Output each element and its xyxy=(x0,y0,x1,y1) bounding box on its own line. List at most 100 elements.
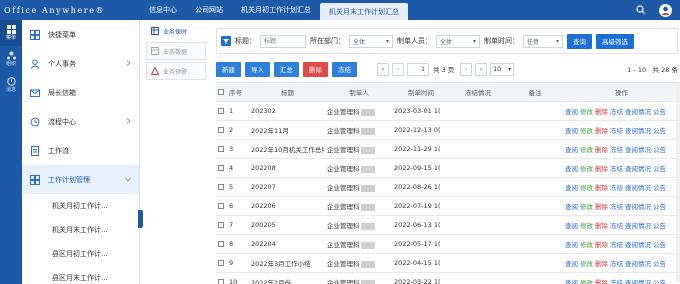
op-link-0[interactable]: 查阅 xyxy=(565,127,578,135)
op-link-0[interactable]: 查阅 xyxy=(565,108,578,116)
cell-title[interactable]: 202207 xyxy=(248,183,324,191)
op-link-1[interactable]: 修改 xyxy=(580,165,593,173)
row-checkbox[interactable] xyxy=(216,108,226,114)
delete-button[interactable]: 删除 xyxy=(303,61,328,77)
table-row[interactable]: 1 202302 企业管理科 2023-03-01 1(查阅 修改 删除 冻结 查阅情况 公告 xyxy=(216,102,678,121)
op-link-0[interactable]: 查阅 xyxy=(565,222,578,230)
next-page-button[interactable]: › xyxy=(460,62,473,76)
op-link-5[interactable]: 公告 xyxy=(653,241,666,249)
title-input[interactable] xyxy=(260,34,306,48)
time-select[interactable]: 任意 ▾ xyxy=(523,34,563,48)
query-button[interactable]: 查询 xyxy=(567,33,592,49)
op-link-4[interactable]: 查阅情况 xyxy=(625,241,651,249)
op-link-3[interactable]: 冻结 xyxy=(610,165,623,173)
op-link-1[interactable]: 修改 xyxy=(580,279,593,284)
rail-item-menu[interactable]: 菜单 xyxy=(0,20,22,46)
sidebar-subitem[interactable]: 县区月初工作计... xyxy=(22,242,139,266)
op-link-5[interactable]: 公告 xyxy=(653,146,666,154)
op-link-3[interactable]: 冻结 xyxy=(610,260,623,268)
page-size-select[interactable]: 10 ▾ xyxy=(490,62,515,76)
op-link-4[interactable]: 查阅情况 xyxy=(625,146,651,154)
op-link-2[interactable]: 删除 xyxy=(595,222,608,230)
subtab-business-time[interactable]: 业务保时 xyxy=(146,22,206,40)
op-link-1[interactable]: 修改 xyxy=(580,260,593,268)
cell-title[interactable]: 202204 xyxy=(248,240,324,248)
op-link-1[interactable]: 修改 xyxy=(580,222,593,230)
row-checkbox[interactable] xyxy=(216,127,226,133)
table-row[interactable]: 10 2022年2月份 企业管理科 2022-03-22 1(查阅 修改 删除 冻结 查阅情况… xyxy=(216,273,678,284)
sidebar-item-mailbox[interactable]: 局长信箱 xyxy=(22,78,139,107)
op-link-1[interactable]: 修改 xyxy=(580,127,593,135)
table-row[interactable]: 8 202204 企业管理科 2022-05-17 1(查阅 修改 删除 冻结 查阅情况 公告 xyxy=(216,235,678,254)
last-page-button[interactable]: » xyxy=(475,62,488,76)
cell-title[interactable]: 202302 xyxy=(248,107,324,115)
row-checkbox[interactable] xyxy=(216,165,226,171)
cell-title[interactable]: 200205 xyxy=(248,221,324,229)
op-link-4[interactable]: 查阅情况 xyxy=(625,184,651,192)
op-link-5[interactable]: 公告 xyxy=(653,184,666,192)
op-link-0[interactable]: 查阅 xyxy=(565,279,578,284)
sidebar-item-personal[interactable]: 个人事务 xyxy=(22,49,139,78)
search-icon[interactable] xyxy=(634,3,648,17)
op-link-3[interactable]: 冻结 xyxy=(610,222,623,230)
sidebar-subitem[interactable]: 机关月末工作计... xyxy=(22,218,139,242)
cell-title[interactable]: 2022年10月机关工作总结 xyxy=(248,144,324,154)
row-checkbox[interactable] xyxy=(216,184,226,190)
import-button[interactable]: 导入 xyxy=(245,61,270,77)
cell-title[interactable]: 2022年11月 xyxy=(248,125,324,135)
row-checkbox[interactable] xyxy=(216,222,226,228)
op-link-3[interactable]: 冻结 xyxy=(610,184,623,192)
select-all-checkbox[interactable] xyxy=(216,89,226,95)
op-link-4[interactable]: 查阅情况 xyxy=(625,165,651,173)
op-link-0[interactable]: 查阅 xyxy=(565,184,578,192)
row-checkbox[interactable] xyxy=(216,260,226,266)
op-link-5[interactable]: 公告 xyxy=(653,108,666,116)
op-link-2[interactable]: 删除 xyxy=(595,127,608,135)
op-link-5[interactable]: 公告 xyxy=(653,279,666,284)
cell-title[interactable]: 202208 xyxy=(248,164,324,172)
op-link-3[interactable]: 冻结 xyxy=(610,127,623,135)
dept-select[interactable]: 全体 ▾ xyxy=(349,34,393,48)
table-row[interactable]: 6 202206 企业管理科 2022-07-19 1(查阅 修改 删除 冻结 查阅情况 公告 xyxy=(216,197,678,216)
sidebar-item-plan-management[interactable]: 工作计划管理 xyxy=(22,165,139,194)
avatar[interactable] xyxy=(658,3,672,17)
table-row[interactable]: 3 2022年10月机关工作总结 企业管理科 2022-11-29 1(查阅 修改 删除冻… xyxy=(216,140,678,159)
op-link-4[interactable]: 查阅情况 xyxy=(625,203,651,211)
op-link-1[interactable]: 修改 xyxy=(580,184,593,192)
tab-2[interactable]: 公司网站 xyxy=(186,0,232,20)
subtab-business-data[interactable]: 业务数据 xyxy=(146,42,206,60)
op-link-2[interactable]: 删除 xyxy=(595,146,608,154)
sidebar-collapse-handle[interactable] xyxy=(138,210,143,228)
op-link-5[interactable]: 公告 xyxy=(653,165,666,173)
row-checkbox[interactable] xyxy=(216,203,226,209)
op-link-0[interactable]: 查阅 xyxy=(565,241,578,249)
op-link-2[interactable]: 删除 xyxy=(595,108,608,116)
op-link-4[interactable]: 查阅情况 xyxy=(625,260,651,268)
row-checkbox[interactable] xyxy=(216,146,226,152)
op-link-1[interactable]: 修改 xyxy=(580,203,593,211)
advanced-filter-button[interactable]: 高级筛选 xyxy=(596,33,634,49)
op-link-0[interactable]: 查阅 xyxy=(565,165,578,173)
page-number-input[interactable]: 1 xyxy=(407,62,429,76)
op-link-1[interactable]: 修改 xyxy=(580,241,593,249)
table-row[interactable]: 5 202207 企业管理科 2022-08-26 1(查阅 修改 删除 冻结 查阅情况 公告 xyxy=(216,178,678,197)
op-link-4[interactable]: 查阅情况 xyxy=(625,108,651,116)
op-link-2[interactable]: 删除 xyxy=(595,165,608,173)
op-link-1[interactable]: 修改 xyxy=(580,108,593,116)
table-row[interactable]: 4 202208 企业管理科 2022-09-15 1(查阅 修改 删除 冻结 查阅情况 公告 xyxy=(216,159,678,178)
op-link-0[interactable]: 查阅 xyxy=(565,146,578,154)
vertical-scrollbar[interactable] xyxy=(676,82,680,282)
cell-title[interactable]: 202206 xyxy=(248,202,324,210)
op-link-4[interactable]: 查阅情况 xyxy=(625,279,651,284)
op-link-5[interactable]: 公告 xyxy=(653,203,666,211)
op-link-0[interactable]: 查阅 xyxy=(565,260,578,268)
prev-page-button[interactable]: ‹ xyxy=(392,62,404,76)
op-link-3[interactable]: 冻结 xyxy=(610,279,623,284)
op-link-4[interactable]: 查阅情况 xyxy=(625,222,651,230)
table-row[interactable]: 2 2022年11月 企业管理科 2022-12-13 0(查阅 修改 删除 冻结 查阅情况公… xyxy=(216,121,678,140)
op-link-4[interactable]: 查阅情况 xyxy=(625,127,651,135)
table-row[interactable]: 9 2022年3月工作小结 企业管理科 2022-04-15 1(查阅 修改 删除 冻结 查阅… xyxy=(216,254,678,273)
maker-select[interactable]: 全体 ▾ xyxy=(436,34,480,48)
sidebar-subitem[interactable]: 县区月末工作计... xyxy=(22,266,139,284)
op-link-0[interactable]: 查阅 xyxy=(565,203,578,211)
